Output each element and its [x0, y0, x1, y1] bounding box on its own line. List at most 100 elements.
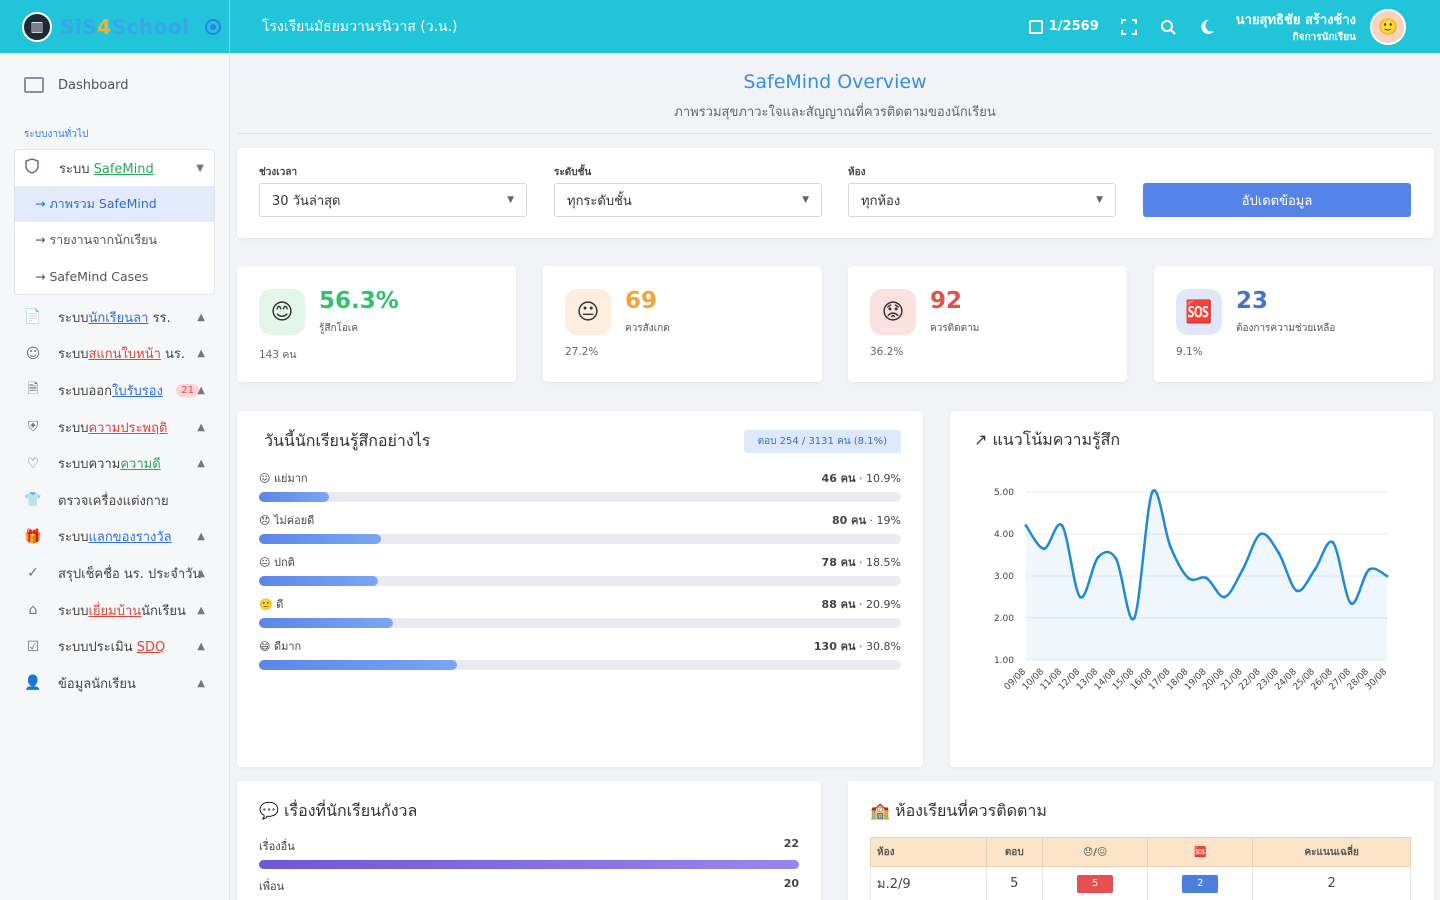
dark-mode-icon[interactable] — [1197, 17, 1217, 37]
feeling-bar-fill — [259, 534, 381, 544]
sidebar-item-3[interactable]: ⛨ ระบบความประพฤติ ▲ — [0, 409, 229, 446]
data-point — [1186, 576, 1190, 580]
chevron-up-icon: ▲ — [197, 531, 205, 543]
user-info[interactable]: นายสุทธิชัย สร้างช้าง กิจการนักเรียน — [1236, 9, 1356, 45]
logo-icon: ▥ — [22, 11, 52, 42]
chevron-down-icon: ▼ — [802, 195, 809, 205]
feeling-label: 🙂 ดี — [259, 598, 284, 611]
low-cell: 5 — [1041, 866, 1149, 900]
home-icon: ⌂ — [28, 602, 38, 619]
chevron-up-icon: ▲ — [197, 311, 205, 323]
sidebar-item-10[interactable]: 👤 ข้อมูลนักเรียน ▲ — [0, 665, 229, 702]
y-tick-label: 4.00 — [994, 530, 1014, 540]
search-icon[interactable] — [1158, 17, 1178, 37]
school-name: โรงเรียนมัธยมวานรนิวาส (ว.น.) — [262, 18, 458, 35]
data-point — [1078, 595, 1082, 599]
sidebar-item-8[interactable]: ⌂ ระบบเยี่ยมบ้านนักเรียน ▲ — [0, 592, 229, 629]
sidebar-item-4[interactable]: ♡ ระบบความความดี ▲ — [0, 445, 229, 482]
feeling-row: 🙂 ดี 88 คน · 20.9% — [259, 595, 901, 628]
feeling-bar-fill — [259, 576, 378, 586]
data-point — [1150, 490, 1154, 494]
user-icon: 👤 — [24, 675, 42, 692]
term-selector[interactable]: 1/2569 — [1028, 19, 1099, 34]
count-badge: 21 — [176, 383, 199, 397]
table-header: 🆘 — [1147, 837, 1254, 867]
feeling-row: 😖 แย่มาก 46 คน · 10.9% — [259, 469, 901, 502]
main-content: SafeMind Overview ภาพรวมสุขภาวะใจและสัญญ… — [230, 53, 1440, 900]
stat-foot: 143 คน — [259, 349, 297, 361]
table-header: ตอบ — [985, 837, 1043, 867]
level-value: ทุกระดับชั้น — [567, 193, 632, 209]
sidebar-subitem-cases[interactable]: → SafeMind Cases — [15, 258, 214, 294]
data-point — [1042, 547, 1046, 551]
sidebar-item-5[interactable]: 👕 ตรวจเครื่องแต่งกาย — [0, 482, 229, 519]
worries-card: 💬 เรื่องที่นักเรียนกังวล เรื่องอื่น 22 เพื… — [237, 781, 821, 900]
sidebar-subitem-overview[interactable]: → ภาพรวม SafeMind — [15, 186, 214, 222]
check-circle-icon: ✓ — [27, 565, 39, 582]
room-select[interactable]: ทุกห้อง ▼ — [848, 183, 1116, 217]
brand-name: SiS4School — [60, 14, 190, 39]
sidebar-item-7[interactable]: ✓ สรุปเช็คชื่อ นร. ประจำวัน ▲ — [0, 555, 229, 592]
chevron-up-icon: ▲ — [197, 348, 205, 360]
stat-card: 😊 56.3% รู้สึกโอเค 143 คน — [237, 266, 516, 382]
feeling-bar-fill — [259, 660, 457, 670]
data-point — [1132, 616, 1136, 620]
stat-emoji-icon: 😊 — [259, 289, 305, 335]
feeling-label: 😄 ดีมาก — [259, 640, 302, 653]
sidebar-item-label: ตรวจเครื่องแต่งกาย — [58, 493, 169, 509]
sidebar-item-1[interactable]: ☺ ระบบสแกนใบหน้า นร. ▲ — [0, 336, 229, 373]
y-tick-label: 3.00 — [994, 572, 1014, 582]
sidebar-item-0[interactable]: 📄 ระบบนักเรียนลา รร. ▲ — [0, 299, 229, 336]
brand[interactable]: ▥ SiS4School — [0, 0, 230, 53]
avg-cell: 2 — [1252, 866, 1411, 900]
chevron-down-icon: ▼ — [1096, 195, 1103, 205]
sidebar-item-9[interactable]: ☑ ระบบประเมิน SDQ ▲ — [0, 628, 229, 665]
sidebar-item-label: ระบบแลกของรางวัล — [58, 530, 172, 546]
chevron-up-icon: ▲ — [197, 567, 205, 579]
stat-value: 69 — [625, 288, 658, 314]
table-row[interactable]: ม.2/9 5 5 2 2 — [870, 866, 1411, 900]
sidebar-item-label: ระบบนักเรียนลา รร. — [58, 310, 171, 326]
sidebar-item-dashboard[interactable]: Dashboard — [0, 53, 229, 117]
gift-icon: 🎁 — [24, 528, 42, 545]
stat-value: 56.3% — [319, 288, 399, 314]
chevron-up-icon: ▲ — [197, 384, 205, 396]
stat-emoji-icon: 🆘 — [1176, 289, 1222, 335]
data-point — [1385, 574, 1389, 578]
chart-title: ↗ แนวโน้มความรู้สึก — [974, 430, 1120, 450]
face-scan-icon: ☺ — [25, 345, 41, 362]
level-select[interactable]: ทุกระดับชั้น ▼ — [554, 183, 822, 217]
worry-count: 20 — [783, 877, 799, 890]
stat-card: 🆘 23 ต้องการความช่วยเหลือ 9.1% — [1154, 266, 1433, 382]
period-select[interactable]: 30 วันล่าสุด ▼ — [259, 183, 527, 217]
sidebar-toggle-icon[interactable] — [205, 18, 222, 35]
feeling-bar-fill — [259, 492, 329, 502]
sidebar-item-6[interactable]: 🎁 ระบบแลกของรางวัล ▲ — [0, 519, 229, 556]
worry-label: เรื่องอื่น — [259, 840, 295, 853]
update-button[interactable]: อัปเดตข้อมูล — [1143, 183, 1411, 217]
chevron-down-icon: ▼ — [507, 195, 514, 205]
data-point — [1168, 545, 1172, 549]
stat-emoji-icon: 😐 — [565, 289, 611, 335]
fullscreen-icon[interactable] — [1119, 17, 1139, 37]
data-point — [1259, 532, 1263, 536]
stat-foot: 36.2% — [870, 346, 904, 358]
room-label: ห้อง — [848, 167, 866, 178]
shield-icon — [25, 158, 43, 178]
y-tick-label: 1.00 — [994, 656, 1014, 666]
stat-label: ควรสังเกต — [625, 323, 670, 334]
sidebar-subitem-reports[interactable]: → รายงานจากนักเรียน — [15, 222, 214, 258]
feeling-count: 46 คน · 10.9% — [821, 472, 901, 485]
page-subtitle: ภาพรวมสุขภาวะใจและสัญญาณที่ควรติดตามของน… — [674, 105, 996, 120]
sidebar-group-safemind: ระบบ SafeMind ▼ → ภาพรวม SafeMind → รายง… — [14, 149, 215, 295]
sidebar-item-safemind[interactable]: ระบบ SafeMind ▼ — [15, 150, 214, 186]
calendar-icon — [1028, 19, 1043, 34]
feeling-count: 78 คน · 18.5% — [821, 556, 901, 569]
avatar[interactable]: 🙂 — [1370, 8, 1406, 45]
stat-card: 😟 92 ควรติดตาม 36.2% — [848, 266, 1127, 382]
data-point — [1223, 595, 1227, 599]
document-icon: 🗎 — [27, 381, 39, 398]
room-value: ทุกห้อง — [861, 193, 901, 209]
sidebar-item-2[interactable]: 🗎 ระบบออกใบรับรอง 21 ▲ — [0, 372, 229, 409]
chevron-up-icon: ▲ — [197, 458, 205, 470]
